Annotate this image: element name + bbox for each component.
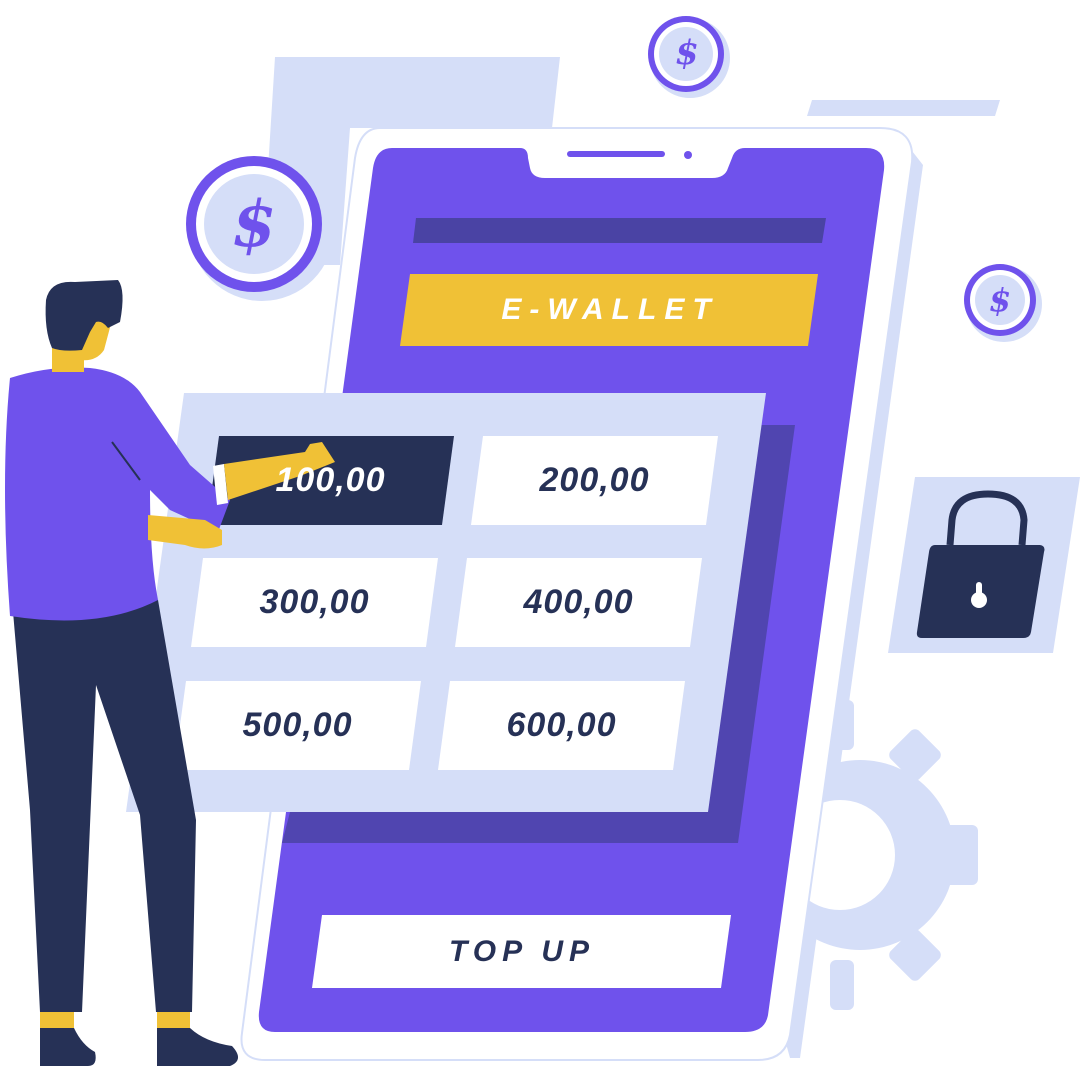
header-bar	[413, 218, 826, 243]
coin-symbol-large: $	[231, 186, 277, 262]
amount-option-500[interactable]: 500,00	[174, 681, 421, 770]
background-stripe-top-right	[807, 100, 1000, 116]
amount-option-200[interactable]: 200,00	[471, 436, 718, 525]
amount-option-600[interactable]: 600,00	[438, 681, 685, 770]
amount-option-400[interactable]: 400,00	[455, 558, 702, 647]
amount-option-100[interactable]: 100,00	[207, 436, 454, 525]
phone-speaker	[567, 151, 665, 157]
amount-option-300[interactable]: 300,00	[191, 558, 438, 647]
coin-symbol-right: $	[988, 281, 1012, 319]
e-wallet-title: E-WALLET	[501, 293, 719, 326]
coin-symbol-top: $	[675, 33, 699, 73]
phone-camera	[684, 151, 692, 159]
top-up-button[interactable]: TOP UP	[312, 915, 732, 988]
